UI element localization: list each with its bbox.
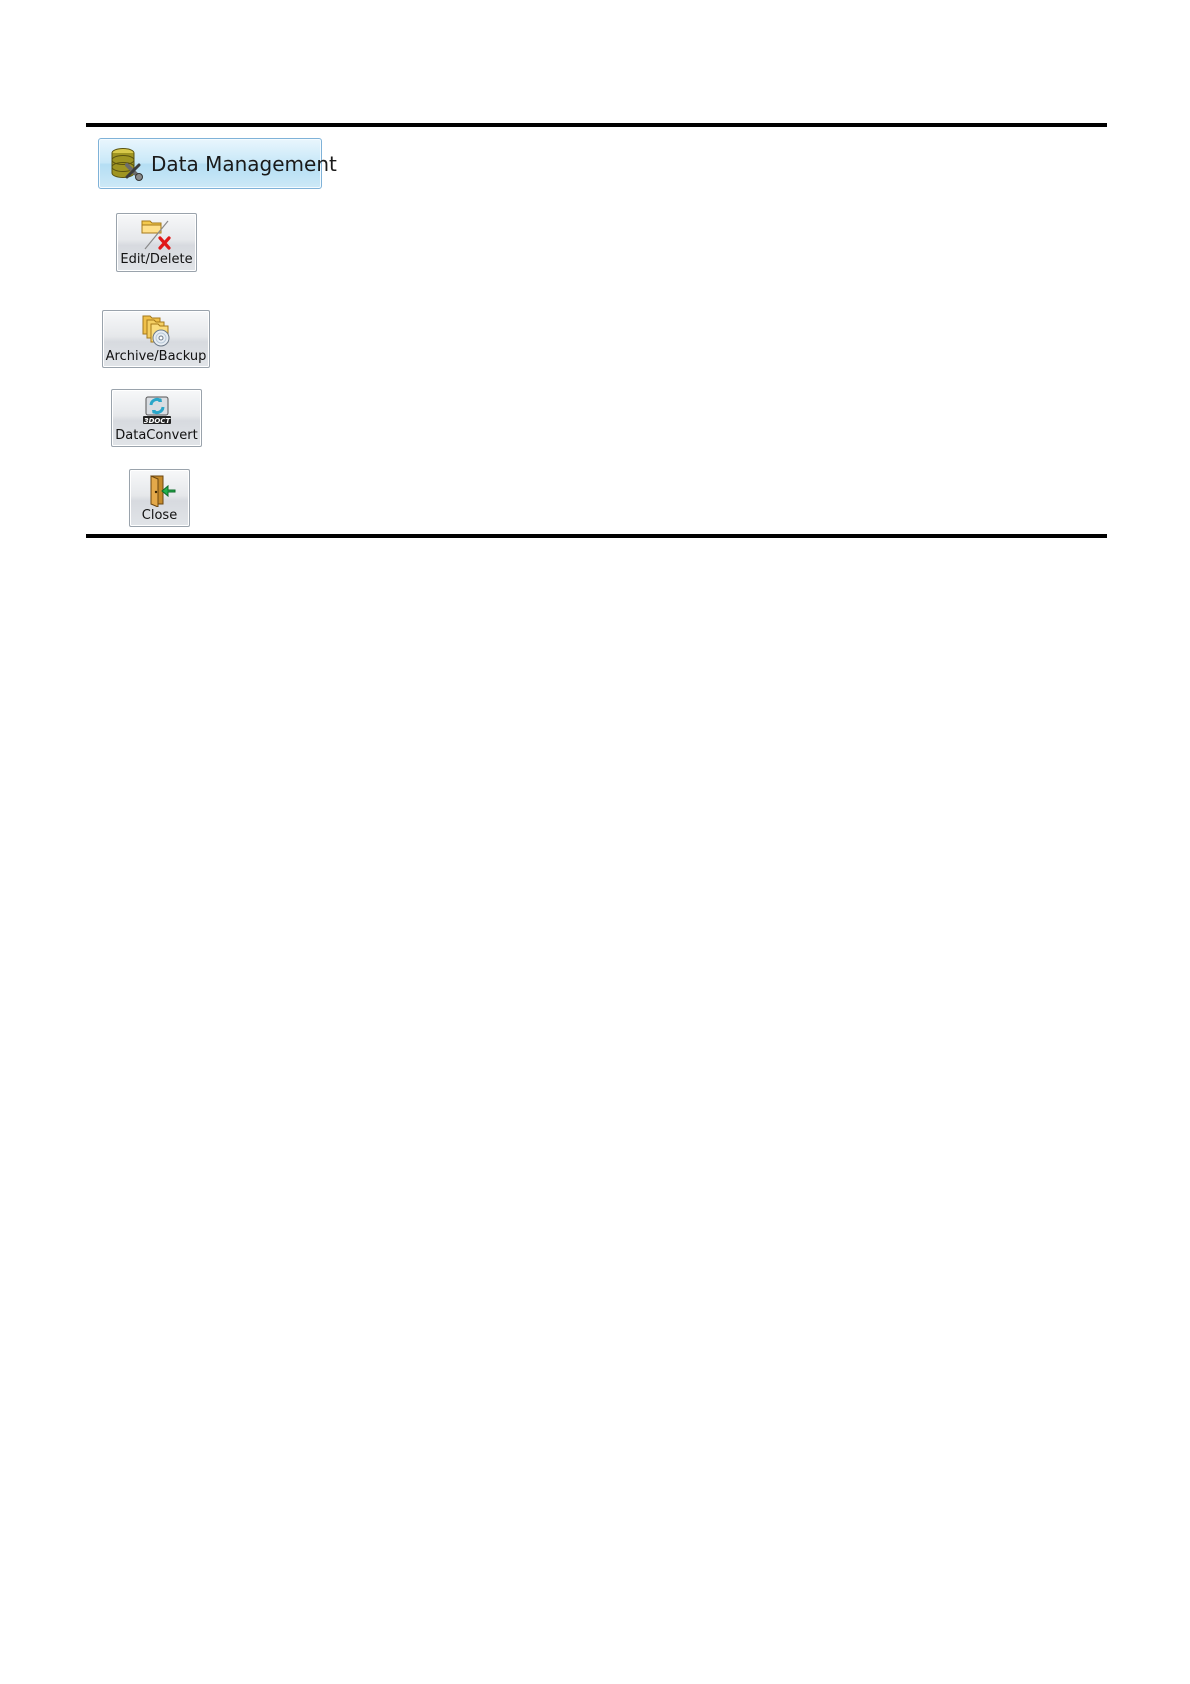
edit-delete-label: Edit/Delete [120,252,193,267]
close-button[interactable]: Close [129,469,190,527]
3doct-convert-icon: 3DOCT [140,393,174,427]
door-exit-icon [143,473,177,508]
3doct-icon-text: 3DOCT [143,417,171,425]
dataconvert-label: DataConvert [115,428,198,443]
archive-backup-button[interactable]: Archive/Backup [102,310,210,368]
data-management-label: Data Management [151,151,337,176]
close-label: Close [141,508,178,523]
bottom-divider [86,534,1107,538]
folder-edit-delete-icon [140,217,174,251]
database-tools-icon [109,145,145,183]
top-divider [86,123,1107,127]
dataconvert-button[interactable]: 3DOCT DataConvert [111,389,202,447]
data-management-button[interactable]: Data Management [98,138,337,189]
edit-delete-button[interactable]: Edit/Delete [116,213,197,272]
archive-backup-label: Archive/Backup [105,349,207,364]
folders-disc-icon [139,314,173,348]
